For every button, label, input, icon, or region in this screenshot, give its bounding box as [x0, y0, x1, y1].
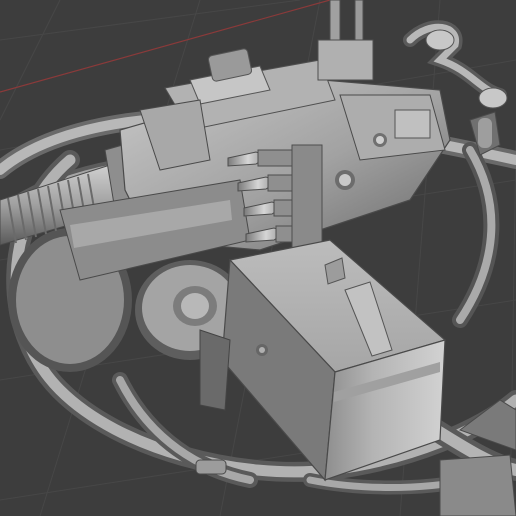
viewport-canvas[interactable] [0, 0, 516, 516]
ammo-box [221, 239, 447, 482]
sight-post [317, 0, 374, 81]
3d-viewport[interactable] [0, 0, 516, 516]
